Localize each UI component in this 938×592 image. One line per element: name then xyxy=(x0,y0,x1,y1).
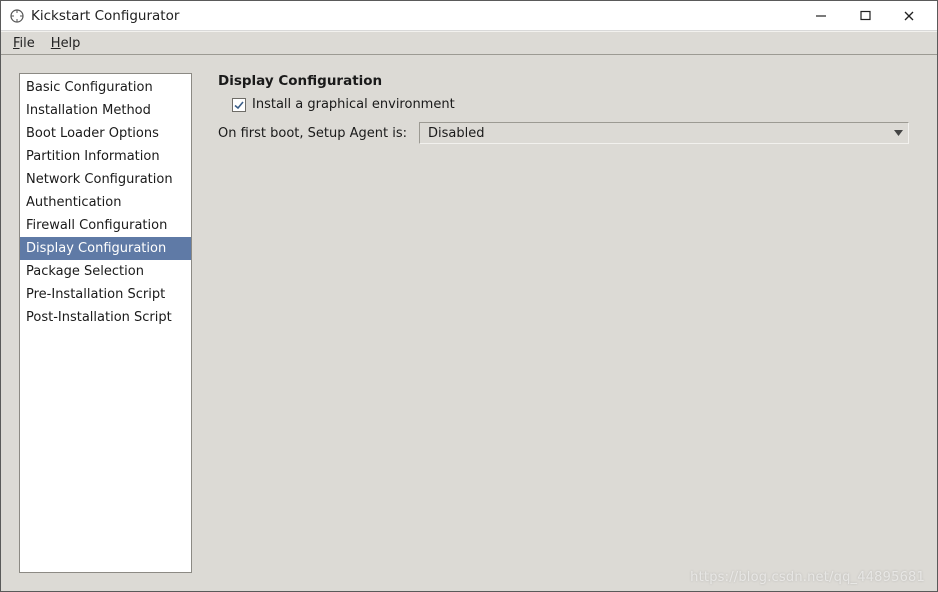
sidebar-item-post-installation-script[interactable]: Post-Installation Script xyxy=(20,306,191,329)
install-graphical-checkbox[interactable] xyxy=(232,98,246,112)
setup-agent-label: On first boot, Setup Agent is: xyxy=(218,126,407,141)
sidebar: Basic Configuration Installation Method … xyxy=(19,73,192,573)
client-area: Basic Configuration Installation Method … xyxy=(1,55,937,591)
close-button[interactable] xyxy=(887,2,931,30)
install-graphical-label: Install a graphical environment xyxy=(252,97,455,112)
install-graphical-row: Install a graphical environment xyxy=(232,97,919,112)
sidebar-item-partition-information[interactable]: Partition Information xyxy=(20,145,191,168)
sidebar-item-firewall-configuration[interactable]: Firewall Configuration xyxy=(20,214,191,237)
sidebar-item-boot-loader-options[interactable]: Boot Loader Options xyxy=(20,122,191,145)
sidebar-item-package-selection[interactable]: Package Selection xyxy=(20,260,191,283)
window-title: Kickstart Configurator xyxy=(31,8,179,24)
checkmark-icon xyxy=(233,99,245,111)
main-panel: Display Configuration Install a graphica… xyxy=(192,73,919,573)
setup-agent-dropdown[interactable]: Disabled xyxy=(419,122,909,144)
sidebar-item-installation-method[interactable]: Installation Method xyxy=(20,99,191,122)
minimize-button[interactable] xyxy=(799,2,843,30)
titlebar: Kickstart Configurator xyxy=(1,1,937,31)
menu-help-label-rest: elp xyxy=(61,36,81,51)
menu-help[interactable]: Help xyxy=(43,35,89,52)
menubar: File Help xyxy=(1,31,937,55)
section-title: Display Configuration xyxy=(218,73,919,89)
app-icon xyxy=(9,8,25,24)
setup-agent-value: Disabled xyxy=(428,126,484,141)
sidebar-item-authentication[interactable]: Authentication xyxy=(20,191,191,214)
chevron-down-icon xyxy=(892,130,904,136)
window-controls xyxy=(799,1,931,30)
window: Kickstart Configurator File Help Basic C xyxy=(0,0,938,592)
maximize-button[interactable] xyxy=(843,2,887,30)
setup-agent-row: On first boot, Setup Agent is: Disabled xyxy=(218,122,919,144)
sidebar-item-pre-installation-script[interactable]: Pre-Installation Script xyxy=(20,283,191,306)
sidebar-item-display-configuration[interactable]: Display Configuration xyxy=(20,237,191,260)
sidebar-item-network-configuration[interactable]: Network Configuration xyxy=(20,168,191,191)
menu-file-label-rest: ile xyxy=(20,36,35,51)
menu-file[interactable]: File xyxy=(5,35,43,52)
sidebar-item-basic-configuration[interactable]: Basic Configuration xyxy=(20,76,191,99)
